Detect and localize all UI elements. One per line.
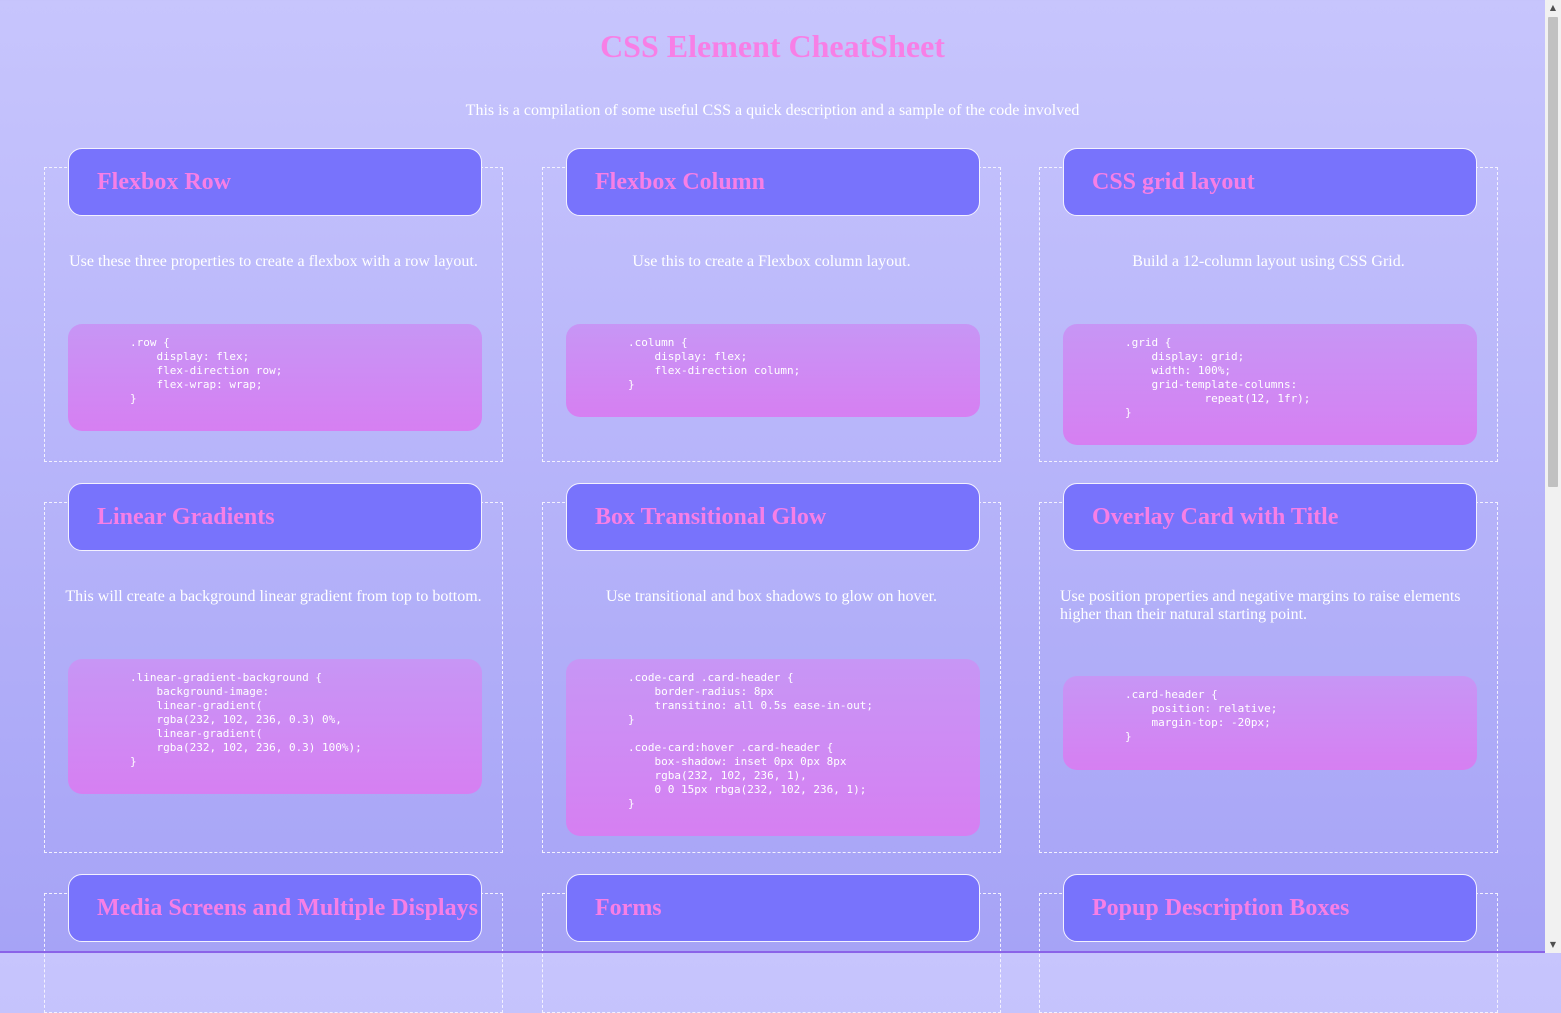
code-card-popup-boxes: Popup Description Boxes — [1039, 874, 1498, 1013]
code-snippet: .card-header { position: relative; margi… — [1063, 676, 1477, 770]
code-card-flexbox-column: Flexbox Column Use this to create a Flex… — [542, 148, 1001, 462]
card-title: Forms — [595, 894, 662, 921]
code-snippet: .code-card .card-header { border-radius:… — [566, 659, 980, 836]
vertical-scrollbar[interactable]: ▲ ▼ — [1545, 0, 1561, 953]
code-card-css-grid: CSS grid layout Build a 12-column layout… — [1039, 148, 1498, 462]
card-title: Popup Description Boxes — [1092, 894, 1350, 921]
code-snippet: .row { display: flex; flex-direction row… — [68, 324, 482, 431]
triangle-up-icon[interactable]: ▲ — [1545, 0, 1561, 16]
card-title: Linear Gradients — [97, 503, 275, 530]
code-card-linear-gradients: Linear Gradients This will create a back… — [44, 483, 503, 853]
card-header[interactable]: Flexbox Column — [566, 148, 980, 216]
card-title: Box Transitional Glow — [595, 503, 827, 530]
code-card-box-glow: Box Transitional Glow Use transitional a… — [542, 483, 1001, 853]
card-header[interactable]: Overlay Card with Title — [1063, 483, 1477, 551]
card-header[interactable]: Popup Description Boxes — [1063, 874, 1477, 942]
card-header[interactable]: Media Screens and Multiple Displays — [68, 874, 482, 942]
card-description: Build a 12-column layout using CSS Grid. — [1132, 253, 1405, 270]
card-header[interactable]: CSS grid layout — [1063, 148, 1477, 216]
card-description: Use position properties and negative mar… — [1060, 588, 1461, 623]
page-root: CSS Element CheatSheet This is a compila… — [0, 0, 1545, 1013]
card-description: Use these three properties to create a f… — [69, 253, 478, 270]
code-snippet: .grid { display: grid; width: 100%; grid… — [1063, 324, 1477, 445]
card-description: Use this to create a Flexbox column layo… — [632, 253, 911, 270]
card-title: Flexbox Row — [97, 168, 231, 195]
code-snippet: .column { display: flex; flex-direction … — [566, 324, 980, 417]
card-header[interactable]: Forms — [566, 874, 980, 942]
card-description: Use transitional and box shadows to glow… — [605, 588, 938, 605]
triangle-down-icon[interactable]: ▼ — [1545, 937, 1561, 953]
card-description: This will create a background linear gra… — [65, 588, 482, 605]
card-title: Overlay Card with Title — [1092, 503, 1339, 530]
code-card-media-screens: Media Screens and Multiple Displays — [44, 874, 503, 1013]
code-snippet: .linear-gradient-background { background… — [68, 659, 482, 794]
page-title: CSS Element CheatSheet — [600, 28, 945, 64]
card-header[interactable]: Linear Gradients — [68, 483, 482, 551]
card-header[interactable]: Flexbox Row — [68, 148, 482, 216]
code-card-flexbox-row: Flexbox Row Use these three properties t… — [44, 148, 503, 462]
code-card-forms: Forms — [542, 874, 1001, 1013]
card-header[interactable]: Box Transitional Glow — [566, 483, 980, 551]
card-title: Media Screens and Multiple Displays — [97, 894, 478, 921]
card-title: Flexbox Column — [595, 168, 766, 195]
card-title: CSS grid layout — [1092, 168, 1255, 195]
scrollbar-thumb[interactable] — [1548, 17, 1558, 487]
page-subtitle: This is a compilation of some useful CSS… — [465, 102, 1080, 119]
code-card-overlay: Overlay Card with Title Use position pro… — [1039, 483, 1498, 853]
